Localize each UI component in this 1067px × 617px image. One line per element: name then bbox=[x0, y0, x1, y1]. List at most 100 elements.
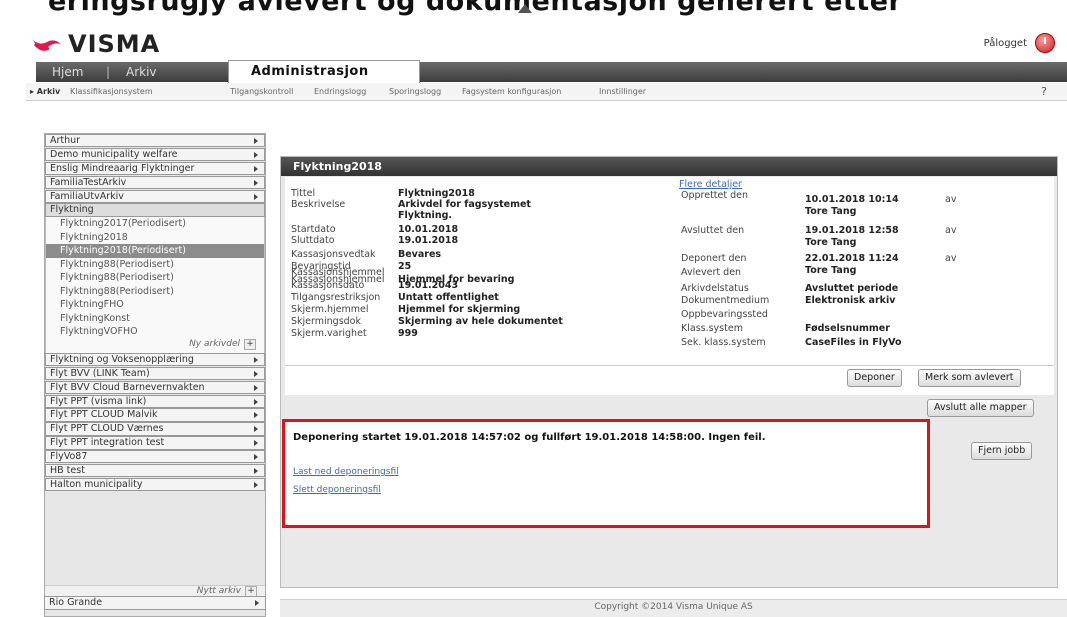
subnav-tilgangskontroll[interactable]: Tilgangskontroll bbox=[230, 87, 293, 96]
sidebar-item[interactable]: HB test bbox=[45, 463, 265, 478]
subnav-sporingslogg[interactable]: Sporingslogg bbox=[389, 87, 441, 96]
subnav-arkiv[interactable]: ▸ Arkiv bbox=[30, 87, 60, 96]
subnav-klassifikasjonsystem[interactable]: Klassifikasjonsystem bbox=[70, 87, 153, 96]
arrow-right-icon bbox=[254, 384, 258, 391]
sidebar-item-label: Flyt PPT CLOUD Malvik bbox=[50, 409, 158, 421]
close-all-folders-button[interactable]: Avslutt alle mapper bbox=[927, 399, 1034, 417]
download-deposit-link[interactable]: Last ned deponeringsfil bbox=[293, 467, 399, 477]
tab-hjem[interactable]: Hjem bbox=[52, 62, 83, 82]
sidebar-item[interactable]: Flyt PPT CLOUD Værnes bbox=[45, 422, 265, 436]
field-value: 10.01.2018 bbox=[398, 224, 459, 235]
arrow-right-icon bbox=[254, 467, 258, 474]
sidebar-item-label: HB test bbox=[50, 464, 85, 476]
subnav-fagsystem-konfigurasjon[interactable]: Fagsystem konfigurasjon bbox=[462, 87, 561, 96]
sidebar-item[interactable]: Demo municipality welfare bbox=[45, 147, 265, 162]
sidebar-item[interactable]: Halton municipality bbox=[45, 477, 265, 492]
field-value: Untatt offentlighet bbox=[398, 292, 499, 303]
logo-text: VISMA bbox=[68, 30, 161, 58]
deponer-button[interactable]: Deponer bbox=[847, 369, 902, 387]
field-by: Tore Tang bbox=[805, 206, 857, 217]
field-label: Skjerm.varighet bbox=[291, 328, 367, 339]
new-archive-part-label: Ny arkivdel bbox=[189, 338, 240, 349]
tab-administrasjon[interactable]: Administrasjon bbox=[228, 60, 420, 83]
visma-logo[interactable]: VISMA bbox=[32, 30, 160, 58]
help-icon[interactable]: ? bbox=[1041, 85, 1047, 98]
sidebar-item[interactable]: FamiliaUtvArkiv bbox=[45, 189, 265, 203]
arrow-right-icon bbox=[254, 440, 258, 447]
arrow-right-icon bbox=[254, 370, 258, 377]
field-value: Elektronisk arkiv bbox=[805, 295, 896, 306]
sidebar-item-label: FlyVo87 bbox=[50, 451, 88, 463]
sidebar-subitem[interactable]: Flyktning88(Periodisert) bbox=[46, 271, 264, 285]
sidebar-item[interactable]: Enslig Mindreaarig Flyktninger bbox=[45, 161, 265, 176]
field-by: Tore Tang bbox=[805, 265, 857, 276]
logout-power-icon[interactable] bbox=[1035, 33, 1055, 53]
sidebar-item-label: Demo municipality welfare bbox=[50, 148, 178, 160]
remove-job-button[interactable]: Fjern jobb bbox=[971, 442, 1033, 460]
sidebar-item[interactable]: Flyt BVV (LINK Team) bbox=[45, 366, 265, 381]
plus-icon[interactable]: + bbox=[244, 338, 256, 350]
arrow-right-icon bbox=[254, 398, 258, 405]
sidebar-item-flyktning[interactable]: Flyktning bbox=[45, 203, 265, 217]
field-label: Arkivdelstatus bbox=[681, 283, 749, 294]
sidebar-subitem[interactable]: Flyktning88(Periodisert) bbox=[46, 285, 264, 299]
sidebar-item[interactable]: Flyt PPT CLOUD Malvik bbox=[45, 408, 265, 422]
field-value: Avsluttet periode bbox=[805, 283, 899, 294]
arrow-right-icon bbox=[254, 412, 258, 419]
field-label: Klass.system bbox=[681, 323, 743, 334]
arrow-right-icon bbox=[254, 138, 258, 144]
main-nav: Hjem | Arkiv bbox=[36, 62, 1067, 82]
field-label: Sluttdato bbox=[291, 235, 335, 246]
sidebar-item[interactable]: FlyVo87 bbox=[45, 450, 265, 464]
sidebar-subitem-selected[interactable]: Flyktning2018(Periodisert) bbox=[46, 244, 264, 258]
more-details-link[interactable]: Flere detaljer bbox=[679, 179, 742, 190]
field-label: Tilgangsrestriksjon bbox=[291, 292, 381, 303]
footer-copyright: Copyright ©2014 Visma Unique AS bbox=[280, 599, 1067, 617]
sidebar-subitem[interactable]: Flyktning2018 bbox=[46, 231, 264, 245]
field-value: Hjemmel for skjerming bbox=[398, 304, 521, 315]
top-banner: eringsrugjy avlevert og dokumentasjon ge… bbox=[0, 0, 1067, 26]
sidebar-item[interactable]: Flyt PPT integration test bbox=[45, 436, 265, 450]
sidebar-item[interactable]: Flyt BVV Cloud Barnevernvakten bbox=[45, 380, 265, 395]
sidebar-subitem[interactable]: Flyktning2017(Periodisert) bbox=[46, 217, 264, 231]
sidebar-item[interactable]: Flyt PPT (visma link) bbox=[45, 394, 265, 408]
job-status-box: Deponering startet 19.01.2018 14:57:02 o… bbox=[282, 419, 930, 528]
sidebar-item-label: Arthur bbox=[50, 135, 81, 146]
sidebar-item-label: Flyt PPT integration test bbox=[50, 437, 165, 449]
arrow-right-icon bbox=[254, 426, 258, 433]
sidebar-subitem[interactable]: FlyktningVOFHO bbox=[46, 325, 264, 339]
details-section: Tittel Flyktning2018 Beskrivelse Arkivde… bbox=[285, 177, 1054, 285]
field-value: Skjerming av hele dokumentet bbox=[398, 316, 563, 327]
sidebar-item-rio-grande[interactable]: Rio Grande bbox=[44, 596, 266, 610]
sidebar-subitem[interactable]: Flyktning88(Periodisert) bbox=[46, 258, 264, 272]
subnav-innstillinger[interactable]: Innstillinger bbox=[599, 87, 646, 96]
sidebar-item[interactable]: FamiliaTestArkiv bbox=[45, 175, 265, 190]
sidebar-item[interactable]: Flyktning og Voksenopplæring bbox=[45, 352, 265, 367]
field-by: Tore Tang bbox=[805, 237, 857, 248]
mark-delivered-button[interactable]: Merk som avlevert bbox=[918, 369, 1021, 387]
new-archive-label: Nytt arkiv bbox=[196, 586, 241, 596]
field-value: 999 bbox=[398, 328, 418, 339]
field-label: Kassasjonshjemmel bbox=[291, 267, 385, 278]
panel-title: Flyktning2018 bbox=[281, 157, 1057, 176]
field-label: Kassasjonsdato bbox=[291, 280, 365, 291]
field-value: 22.01.2018 11:24 bbox=[805, 253, 899, 264]
sidebar-item-label: Rio Grande bbox=[49, 597, 103, 608]
field-label: Deponert den bbox=[681, 253, 747, 264]
sidebar-item-label: FamiliaTestArkiv bbox=[50, 176, 127, 188]
sidebar-item[interactable]: Arthur bbox=[45, 134, 265, 148]
field-suffix: av bbox=[945, 225, 957, 236]
subnav-endringslogg[interactable]: Endringslogg bbox=[314, 87, 366, 96]
sidebar-subitem[interactable]: FlyktningFHO bbox=[46, 298, 264, 312]
sidebar-item-label: Enslig Mindreaarig Flyktninger bbox=[50, 162, 195, 174]
field-value: Bevares bbox=[398, 249, 442, 260]
divider bbox=[285, 365, 1054, 366]
logged-in-label: Pålogget bbox=[983, 38, 1027, 49]
tab-arkiv[interactable]: Arkiv bbox=[126, 62, 157, 82]
new-archive-part[interactable]: Ny arkivdel + bbox=[46, 338, 264, 353]
field-value: CaseFiles in FlyVo bbox=[805, 337, 902, 348]
sidebar-subitem[interactable]: FlyktningKonst bbox=[46, 312, 264, 326]
delete-deposit-link[interactable]: Slett deponeringsfil bbox=[293, 485, 381, 495]
archive-sidebar: Arthur Demo municipality welfare Enslig … bbox=[44, 133, 266, 617]
field-value: Fødselsnummer bbox=[805, 323, 890, 334]
